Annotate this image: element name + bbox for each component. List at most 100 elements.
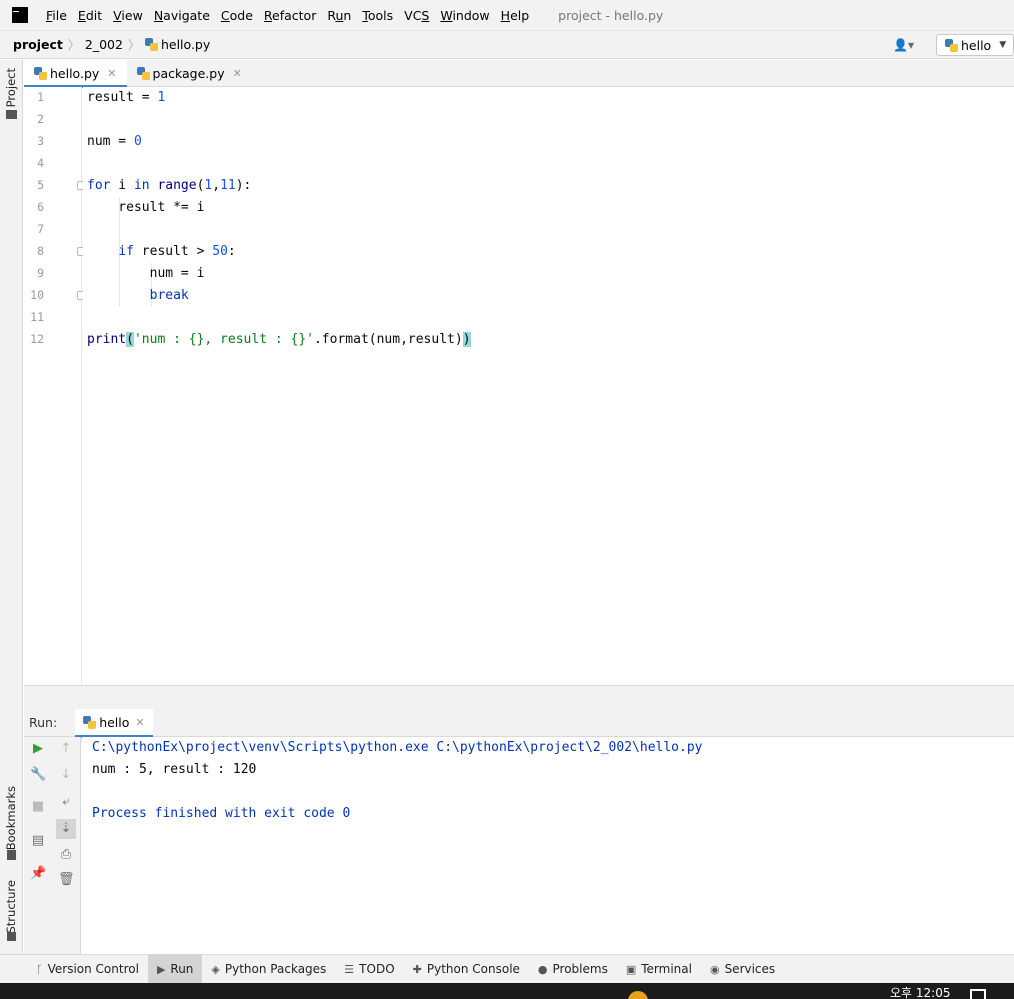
menu-tools[interactable]: Tools <box>362 8 393 23</box>
run-panel-header: Run: hello ✕ <box>24 708 1014 738</box>
menu-navigate[interactable]: Navigate <box>154 8 210 23</box>
editor-tabs: hello.py ✕ package.py ✕ <box>24 60 1014 88</box>
breadcrumb-separator-icon: 〉 <box>67 38 80 52</box>
breadcrumb-file[interactable]: hello.py <box>144 37 210 52</box>
pycharm-logo-icon <box>12 7 28 23</box>
line-number: 11 <box>30 310 44 324</box>
tab-package-py[interactable]: package.py ✕ <box>127 60 252 87</box>
left-tool-strip: Project Bookmarks Structure <box>0 60 23 954</box>
python-file-icon <box>136 67 150 80</box>
line-number: 7 <box>37 222 44 236</box>
play-icon: ▶ <box>156 962 166 976</box>
menu-bar: File Edit View Navigate Code Refactor Ru… <box>0 0 1014 31</box>
user-icon[interactable]: 👤▾ <box>893 38 919 52</box>
wrench-icon[interactable]: 🔧 <box>30 767 46 783</box>
run-panel-label: Run: <box>29 715 58 730</box>
menu-code[interactable]: Code <box>221 8 253 23</box>
tool-label: Run <box>170 962 194 976</box>
close-icon[interactable]: ✕ <box>135 716 144 729</box>
menu-vcs[interactable]: VCS <box>404 8 429 23</box>
code-line: for i in range(1,11): <box>87 178 252 193</box>
code-line: result = 1 <box>87 90 166 105</box>
chevron-down-icon: ▼ <box>999 40 1007 50</box>
tool-run[interactable]: ▶ Run <box>147 954 203 984</box>
breadcrumb-project[interactable]: project <box>0 37 63 52</box>
layers-icon: ◈ <box>211 962 220 976</box>
menu-file[interactable]: File <box>46 8 67 23</box>
code-line: if result > 50: <box>118 244 236 259</box>
run-tab-label: hello <box>99 715 130 730</box>
scroll-to-end-icon[interactable]: ⇣ <box>56 819 76 839</box>
python-file-icon <box>34 67 47 80</box>
code-line: break <box>149 288 189 303</box>
breadcrumb: project 〉 2_002 〉 hello.py <box>0 31 1014 59</box>
tool-label: Version Control <box>47 962 139 976</box>
code-editor[interactable]: result = 1 num = 0 for i in range(1,11):… <box>83 87 1014 685</box>
soft-wrap-icon[interactable]: ⤶ <box>58 794 74 810</box>
arrow-up-icon[interactable]: ↑ <box>58 741 74 757</box>
tool-label: Terminal <box>641 962 692 976</box>
tool-label: Services <box>724 962 776 976</box>
tool-todo[interactable]: ☰ TODO <box>335 955 403 984</box>
tool-label: Problems <box>552 962 608 976</box>
tool-services[interactable]: ◉ Services <box>701 955 784 984</box>
arrow-down-icon[interactable]: ↓ <box>58 767 74 783</box>
tab-hello-py[interactable]: hello.py ✕ <box>24 60 127 88</box>
tool-python-packages[interactable]: ◈ Python Packages <box>202 955 335 984</box>
python-file-icon <box>144 38 158 51</box>
stop-icon[interactable]: ■ <box>30 799 46 815</box>
menu-refactor[interactable]: Refactor <box>264 8 316 23</box>
os-taskbar: 오후 12:05 <box>0 983 1014 999</box>
run-toolbar: ▶ ↑ 🔧 ↓ ■ ⤶ ▤ ⇣ ⎙ 📌 🗑 <box>24 737 81 954</box>
taskbar-clock[interactable]: 오후 12:05 <box>890 984 950 999</box>
bookmarks-tool-button[interactable]: Bookmarks <box>4 786 18 850</box>
python-console-icon: ✚ <box>412 962 422 976</box>
line-number: 1 <box>37 90 44 104</box>
line-number: 10 <box>30 288 44 302</box>
structure-tool-button[interactable]: Structure <box>4 880 18 934</box>
code-line: num = i <box>87 266 205 281</box>
print-icon[interactable]: ⎙ <box>58 847 74 863</box>
tool-label: Python Packages <box>224 962 327 976</box>
tool-version-control[interactable]: ᚴ Version Control <box>27 955 148 984</box>
console-output[interactable]: C:\pythonEx\project\venv\Scripts\python.… <box>82 737 1014 954</box>
tool-terminal[interactable]: ▣ Terminal <box>617 955 701 984</box>
list-icon: ☰ <box>344 962 355 976</box>
python-icon <box>945 38 958 52</box>
code-line: print('num : {}, result : {}'.format(num… <box>87 332 471 347</box>
close-icon[interactable]: ✕ <box>233 67 242 80</box>
folder-icon <box>6 110 17 119</box>
layout-icon[interactable]: ▤ <box>30 833 46 849</box>
close-icon[interactable]: ✕ <box>107 67 116 80</box>
tool-problems[interactable]: ● Problems <box>529 955 617 984</box>
console-line: Process finished with exit code 0 <box>92 806 351 821</box>
line-number: 12 <box>30 332 44 346</box>
structure-icon <box>7 932 16 941</box>
menu-view[interactable]: View <box>113 8 143 23</box>
tool-python-console[interactable]: ✚ Python Console <box>404 955 529 984</box>
line-number: 5 <box>37 178 44 192</box>
run-config-select[interactable]: hello ▼ <box>936 34 1014 56</box>
notification-icon[interactable] <box>970 989 986 999</box>
pin-icon[interactable]: 📌 <box>30 866 46 882</box>
tool-label: TODO <box>359 962 395 976</box>
menu-run[interactable]: Run <box>327 8 351 23</box>
console-line: C:\pythonEx\project\venv\Scripts\python.… <box>92 740 703 755</box>
breadcrumb-folder[interactable]: 2_002 <box>85 37 123 52</box>
run-tab-hello[interactable]: hello ✕ <box>75 708 154 738</box>
line-number: 4 <box>37 156 44 170</box>
menu-window[interactable]: Window <box>440 8 489 23</box>
menu-edit[interactable]: Edit <box>78 8 102 23</box>
panel-splitter[interactable] <box>24 685 1014 709</box>
tab-label: hello.py <box>50 66 100 81</box>
info-icon: ● <box>537 962 548 976</box>
trash-icon[interactable]: 🗑 <box>58 872 75 888</box>
python-icon <box>83 716 97 729</box>
weather-icon[interactable] <box>628 991 648 999</box>
line-number: 2 <box>37 112 44 126</box>
rerun-icon[interactable]: ▶ <box>30 741 46 757</box>
project-tool-button[interactable]: Project <box>4 68 18 107</box>
line-number-gutter: 1 2 3 4 5 6 7 8 9 10 11 12 <box>24 87 86 685</box>
menu-help[interactable]: Help <box>501 8 530 23</box>
code-line: result *= i <box>87 200 205 215</box>
